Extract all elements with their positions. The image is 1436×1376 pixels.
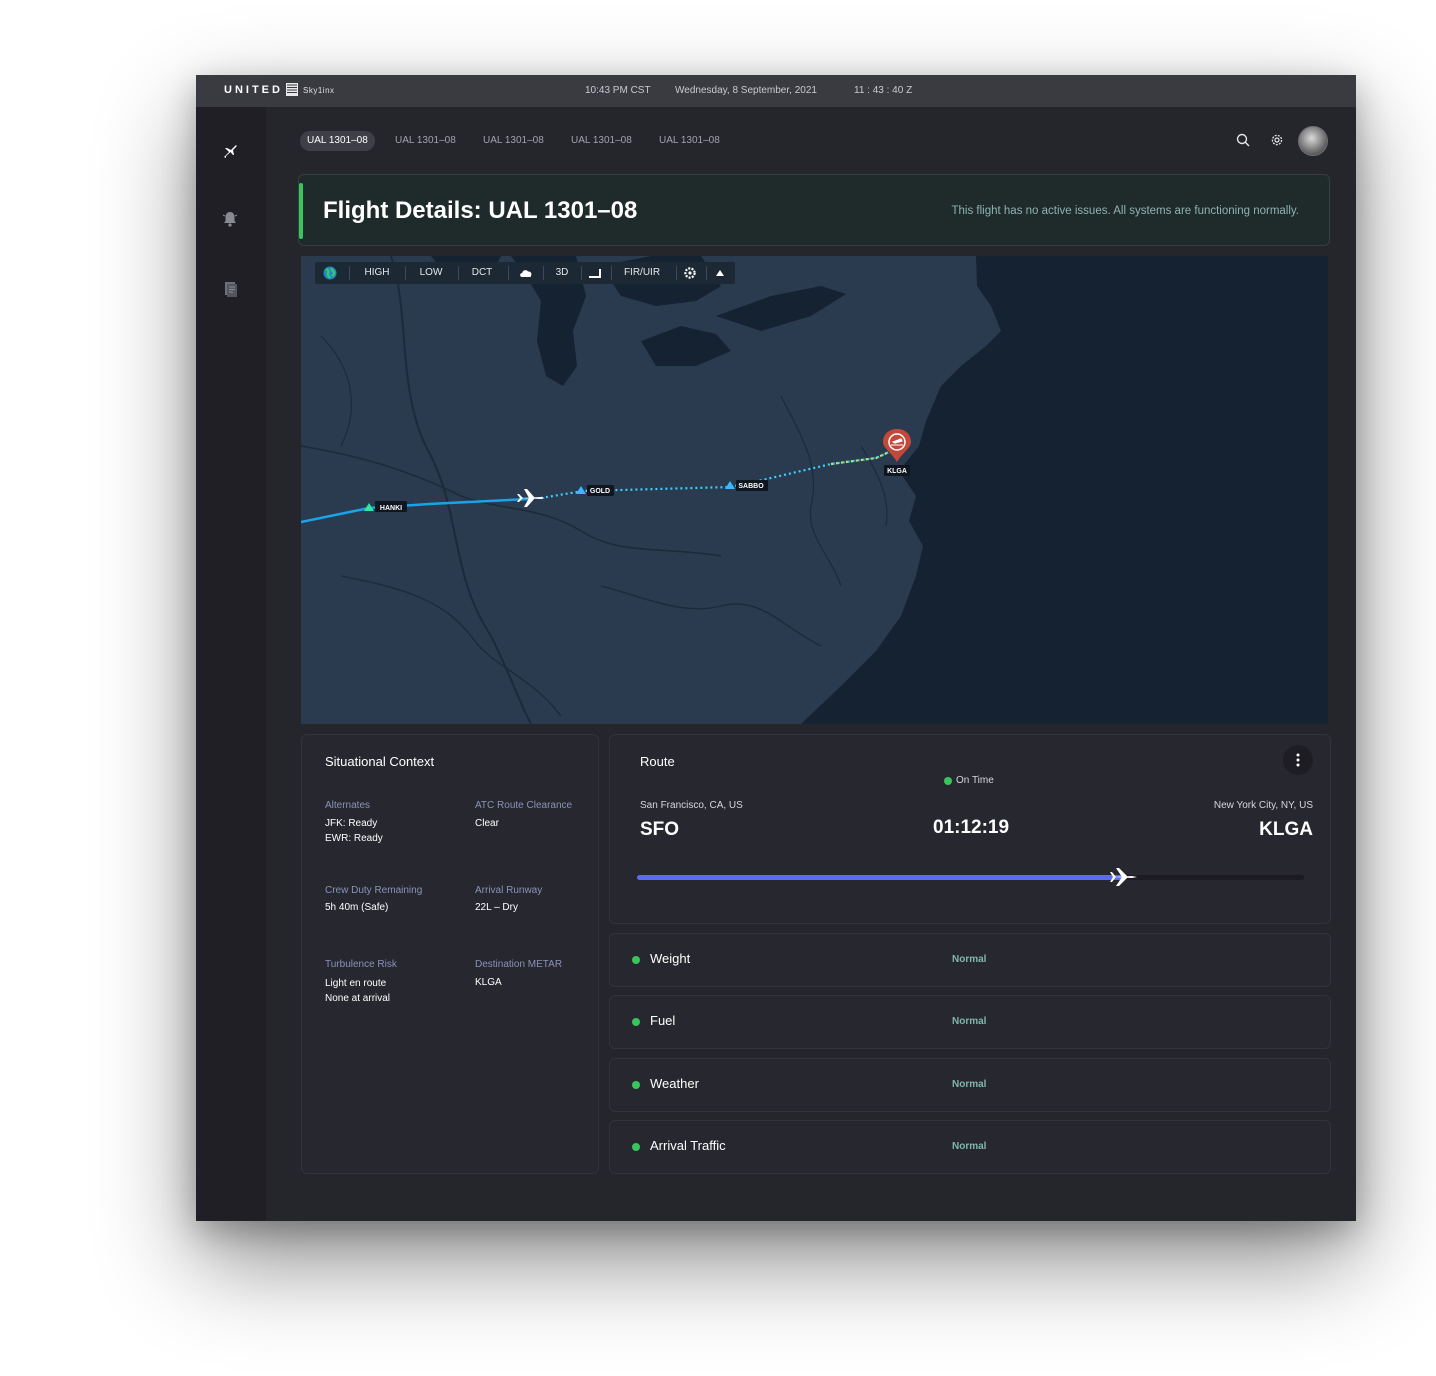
context-value-atc-clearance: Clear [475, 818, 499, 829]
gear-icon[interactable] [1269, 132, 1285, 148]
context-value-turbulence: Light en route None at arrival [325, 978, 391, 1004]
map-toolbar: HIGH LOW DCT 3D FIR/UIR [315, 262, 735, 284]
status-dot [632, 956, 640, 964]
origin-city: San Francisco, CA, US [640, 800, 743, 811]
map-settings-gear-icon[interactable] [683, 266, 697, 280]
status-dot [632, 1081, 640, 1089]
context-value-alternates: JFK: Ready EWR: Ready [325, 818, 383, 844]
progress-aircraft-icon [1109, 868, 1137, 886]
banner-accent-bar [299, 183, 303, 239]
brand-logo-text: UNITED [224, 84, 283, 96]
situational-context-panel: Situational Context Alternates JFK: Read… [301, 734, 599, 1174]
map-canvas[interactable]: HANKI GOLD SABBO KLGA [301, 256, 1328, 724]
bell-icon[interactable] [220, 209, 240, 229]
collapse-up-icon[interactable] [715, 268, 725, 278]
zulu-time: 11 : 43 : 40 Z [854, 85, 913, 96]
airplane-icon[interactable] [220, 141, 240, 161]
page-title: Flight Details: UAL 1301–08 [323, 197, 638, 224]
status-value-weather: Normal [952, 1079, 987, 1090]
status-name-weight: Weight [650, 951, 691, 966]
local-time: 10:43 PM CST [585, 85, 651, 96]
context-label-atc-clearance: ATC Route Clearance [475, 800, 573, 811]
context-label-arrival-runway: Arrival Runway [475, 885, 543, 896]
altitude-profile-icon[interactable] [588, 267, 602, 279]
app-window: UNITED Sky1inx 10:43 PM CST Wednesday, 8… [196, 75, 1356, 1221]
status-value-fuel: Normal [952, 1016, 987, 1027]
skylinx-logo-icon [286, 83, 298, 96]
map-3d-toggle[interactable]: 3D [549, 262, 575, 284]
status-name-fuel: Fuel [650, 1013, 676, 1028]
status-dot [632, 1143, 640, 1151]
aircraft-icon[interactable] [517, 489, 545, 507]
user-avatar[interactable] [1298, 126, 1328, 156]
origin-code: SFO [640, 819, 680, 840]
context-label-destination-metar: Destination METAR [475, 959, 563, 970]
kebab-menu-icon [1296, 753, 1300, 767]
status-name-arrival-traffic: Arrival Traffic [650, 1138, 726, 1153]
tab-flight-1[interactable]: UAL 1301–08 [300, 131, 375, 151]
globe-icon[interactable] [323, 266, 337, 280]
destination-label: KLGA [887, 468, 907, 475]
status-row-weather[interactable]: Weather Normal [609, 1058, 1331, 1112]
waypoint-label-sabbo: SABBO [738, 483, 764, 490]
on-time-status-dot [944, 777, 952, 785]
route-panel: Route On Time San Francisco, CA, US SFO … [609, 734, 1331, 924]
tab-flight-5[interactable]: UAL 1301–08 [659, 131, 720, 151]
tab-flight-2[interactable]: UAL 1301–08 [395, 131, 456, 151]
map-filter-high[interactable]: HIGH [355, 262, 399, 284]
route-menu-button[interactable] [1283, 745, 1313, 775]
brand-sub-text: Sky1inx [303, 86, 335, 95]
tab-flight-4[interactable]: UAL 1301–08 [571, 131, 632, 151]
context-label-crew-duty: Crew Duty Remaining [325, 885, 423, 896]
route-progress-fill [637, 875, 1124, 880]
map-filter-low[interactable]: LOW [411, 262, 451, 284]
status-name-weather: Weather [650, 1076, 699, 1091]
flight-status-banner: Flight Details: UAL 1301–08 This flight … [298, 174, 1330, 246]
status-value-arrival-traffic: Normal [952, 1141, 987, 1152]
flight-map[interactable]: HANKI GOLD SABBO KLGA HIGH LOW DCT 3D FI… [301, 256, 1328, 724]
context-value-destination-metar: KLGA [475, 977, 502, 988]
destination-code: KLGA [1259, 819, 1313, 840]
route-title: Route [640, 754, 675, 769]
map-fir-uir[interactable]: FIR/UIR [617, 262, 667, 284]
search-icon[interactable] [1235, 132, 1251, 148]
tab-flight-3[interactable]: UAL 1301–08 [483, 131, 544, 151]
banner-message: This flight has no active issues. All sy… [951, 205, 1300, 217]
situational-context-title: Situational Context [325, 754, 435, 769]
waypoint-hanki[interactable]: HANKI [364, 501, 407, 512]
cloud-icon[interactable] [519, 267, 533, 279]
context-value-crew-duty: 5h 40m (Safe) [325, 902, 389, 913]
waypoint-sabbo[interactable]: SABBO [725, 480, 768, 491]
status-row-fuel[interactable]: Fuel Normal [609, 995, 1331, 1049]
waypoint-gold[interactable]: GOLD [576, 485, 614, 496]
time-remaining: 01:12:19 [933, 817, 1010, 838]
document-icon[interactable] [220, 279, 240, 299]
map-filter-dct[interactable]: DCT [464, 262, 500, 284]
context-value-arrival-runway: 22L – Dry [475, 902, 518, 913]
context-label-turbulence: Turbulence Risk [325, 959, 397, 970]
status-row-arrival-traffic[interactable]: Arrival Traffic Normal [609, 1120, 1331, 1174]
status-row-weight[interactable]: Weight Normal [609, 933, 1331, 987]
destination-city: New York City, NY, US [1213, 800, 1313, 811]
status-dot [632, 1018, 640, 1026]
waypoint-label-hanki: HANKI [380, 505, 402, 512]
waypoint-label-gold: GOLD [590, 488, 610, 495]
sidebar [196, 107, 266, 1221]
context-label-alternates: Alternates [325, 800, 371, 811]
top-bar: UNITED Sky1inx 10:43 PM CST Wednesday, 8… [196, 75, 1356, 107]
status-value-weight: Normal [952, 954, 987, 965]
route-progress-track [637, 868, 1304, 886]
current-date: Wednesday, 8 September, 2021 [675, 85, 817, 96]
route-status: On Time [956, 775, 994, 786]
